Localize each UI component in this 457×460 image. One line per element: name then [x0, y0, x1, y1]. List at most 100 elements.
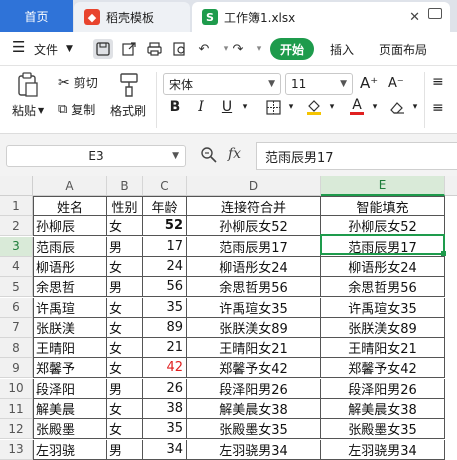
- cell-b7[interactable]: 女: [107, 317, 143, 338]
- row-header[interactable]: 13: [0, 439, 33, 460]
- save-icon[interactable]: [93, 39, 113, 59]
- cell-e12[interactable]: 张殿墨女35: [321, 419, 445, 440]
- cell-b9[interactable]: 女: [107, 358, 143, 379]
- cell-a12[interactable]: 张殿墨: [33, 419, 107, 440]
- cell-d6[interactable]: 许禹瑄女35: [187, 297, 321, 318]
- close-tab-icon[interactable]: ✕: [409, 10, 420, 25]
- cell-d11[interactable]: 解美晨女38: [187, 399, 321, 419]
- row-header[interactable]: 3: [0, 236, 33, 257]
- print-icon[interactable]: [144, 39, 164, 59]
- formula-input[interactable]: 范雨辰男17: [256, 142, 457, 170]
- align-top-icon[interactable]: ≡: [432, 74, 444, 90]
- header-cell-a[interactable]: 姓名: [33, 196, 107, 216]
- print-preview-icon[interactable]: [170, 39, 190, 59]
- row-header[interactable]: 10: [0, 378, 33, 399]
- cell-a3[interactable]: 范雨辰: [33, 236, 107, 257]
- fill-handle[interactable]: [441, 251, 446, 256]
- row-header[interactable]: 4: [0, 256, 33, 277]
- fill-color-icon[interactable]: [305, 98, 323, 116]
- cell-c5[interactable]: 56: [143, 277, 187, 298]
- tab-start[interactable]: 开始: [270, 38, 314, 60]
- cell-a13[interactable]: 左羽骁: [33, 439, 107, 460]
- cell-a9[interactable]: 郑馨予: [33, 358, 107, 379]
- fill-dropdown-icon[interactable]: ▾: [323, 98, 341, 116]
- font-color-button[interactable]: A: [348, 98, 366, 116]
- cell-b13[interactable]: 男: [107, 439, 143, 460]
- paste-button[interactable]: 粘贴 ▼: [12, 102, 44, 119]
- bold-button[interactable]: B: [166, 98, 184, 116]
- cell-e3[interactable]: 范雨辰男17: [321, 236, 445, 257]
- font-name-select[interactable]: 宋体 ▼: [163, 73, 281, 95]
- cell-b10[interactable]: 男: [107, 378, 143, 399]
- cell-e7[interactable]: 张朕渼女89: [321, 317, 445, 338]
- row-header[interactable]: 7: [0, 317, 33, 338]
- cell-d9[interactable]: 郑馨予女42: [187, 358, 321, 379]
- cell-b3[interactable]: 男: [107, 236, 143, 257]
- cell-a10[interactable]: 段泽阳: [33, 378, 107, 399]
- cell-d7[interactable]: 张朕渼女89: [187, 317, 321, 338]
- cell-a4[interactable]: 柳语彤: [33, 256, 107, 277]
- row-header[interactable]: 12: [0, 419, 33, 440]
- monitor-icon[interactable]: [428, 8, 442, 19]
- cell-a2[interactable]: 孙柳辰: [33, 216, 107, 237]
- redo-icon[interactable]: ↷: [228, 39, 248, 59]
- file-dropdown-icon[interactable]: ▼: [66, 44, 73, 54]
- row-header[interactable]: 1: [0, 196, 33, 216]
- font-color-dropdown-icon[interactable]: ▾: [366, 98, 384, 116]
- tab-home[interactable]: 首页: [0, 0, 73, 32]
- undo-icon[interactable]: ↶: [194, 39, 214, 59]
- header-cell-c[interactable]: 年龄: [143, 196, 187, 216]
- tab-page-layout[interactable]: 页面布局: [379, 41, 427, 58]
- header-cell-d[interactable]: 连接符合并: [187, 196, 321, 216]
- more-quick-icon[interactable]: ▾: [249, 39, 269, 59]
- align-left-icon[interactable]: ≡: [432, 100, 444, 116]
- cut-button[interactable]: ✂ 剪切: [58, 74, 98, 91]
- column-header-c[interactable]: C: [143, 176, 187, 196]
- cell-e8[interactable]: 王晴阳女21: [321, 338, 445, 359]
- row-header[interactable]: 9: [0, 358, 33, 379]
- export-icon[interactable]: [119, 39, 139, 59]
- column-header-f[interactable]: [445, 176, 457, 196]
- paste-icon[interactable]: [16, 72, 42, 98]
- cell-a5[interactable]: 余思哲: [33, 277, 107, 298]
- cell-a6[interactable]: 许禹瑄: [33, 297, 107, 318]
- cell-d4[interactable]: 柳语彤女24: [187, 256, 321, 277]
- cell-a7[interactable]: 张朕渼: [33, 317, 107, 338]
- cell-c2[interactable]: 52: [143, 216, 187, 237]
- cell-d12[interactable]: 张殿墨女35: [187, 419, 321, 440]
- cell-e9[interactable]: 郑馨予女42: [321, 358, 445, 379]
- increase-font-button[interactable]: A⁺: [360, 74, 378, 92]
- cell-e4[interactable]: 柳语彤女24: [321, 256, 445, 277]
- cell-c6[interactable]: 35: [143, 297, 187, 318]
- decrease-font-button[interactable]: A⁻: [388, 76, 404, 91]
- menu-file[interactable]: 文件: [34, 41, 58, 58]
- border-icon[interactable]: [264, 98, 282, 116]
- cell-c8[interactable]: 21: [143, 338, 187, 359]
- cell-a11[interactable]: 解美晨: [33, 399, 107, 419]
- column-header-b[interactable]: B: [107, 176, 143, 196]
- row-header[interactable]: 6: [0, 297, 33, 318]
- cell-b2[interactable]: 女: [107, 216, 143, 237]
- header-cell-b[interactable]: 性别: [107, 196, 143, 216]
- tab-insert[interactable]: 插入: [330, 41, 354, 58]
- border-dropdown-icon[interactable]: ▾: [282, 98, 300, 116]
- header-cell-e[interactable]: 智能填充: [321, 196, 445, 216]
- row-header[interactable]: 8: [0, 338, 33, 359]
- cell-e10[interactable]: 段泽阳男26: [321, 378, 445, 399]
- cell-d3[interactable]: 范雨辰男17: [187, 236, 321, 257]
- cell-c12[interactable]: 35: [143, 419, 187, 440]
- row-header[interactable]: 2: [0, 216, 33, 237]
- cell-c13[interactable]: 34: [143, 439, 187, 460]
- cell-d8[interactable]: 王晴阳女21: [187, 338, 321, 359]
- cell-d13[interactable]: 左羽骁男34: [187, 439, 321, 460]
- row-header[interactable]: 11: [0, 399, 33, 419]
- cell-d2[interactable]: 孙柳辰女52: [187, 216, 321, 237]
- cell-c9[interactable]: 42: [143, 358, 187, 379]
- font-size-select[interactable]: 11 ▼: [285, 73, 353, 95]
- cell-b12[interactable]: 女: [107, 419, 143, 440]
- spreadsheet-grid[interactable]: A B C D E 1 姓名 性别 年龄 连接符合并 智能填充 2 孙柳辰女 52 孙柳辰女52 孙…: [0, 176, 457, 460]
- underline-button[interactable]: U: [218, 98, 236, 116]
- cell-c3[interactable]: 17: [143, 236, 187, 257]
- italic-button[interactable]: I: [192, 98, 210, 116]
- cell-d5[interactable]: 余思哲男56: [187, 277, 321, 298]
